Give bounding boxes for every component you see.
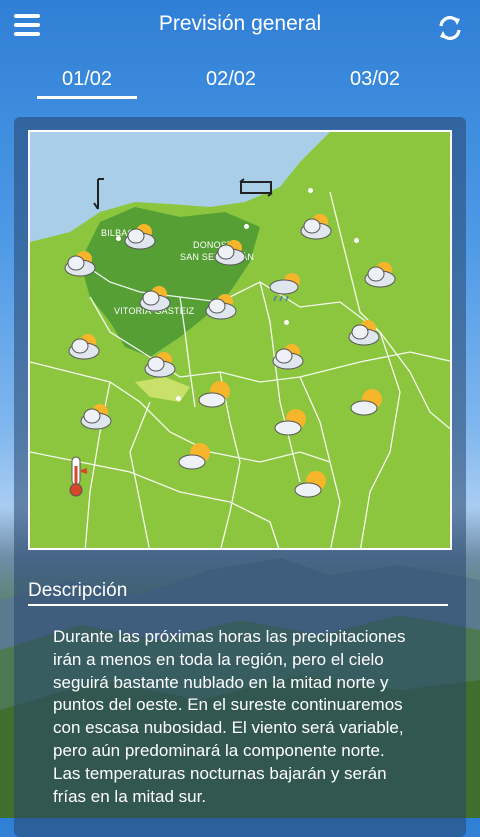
cloudy-icon: [364, 262, 396, 288]
cloudy-icon: [80, 404, 112, 430]
partly-cloudy-icon: [178, 443, 210, 470]
refresh-icon[interactable]: [436, 14, 464, 42]
page-title: Previsión general: [158, 12, 322, 35]
date-tabs: 01/02 02/02 03/02: [0, 62, 480, 99]
description-text: Durante las próximas horas las precipita…: [53, 627, 406, 806]
cloudy-icon: [348, 320, 380, 346]
partly-cloudy-icon: [350, 389, 382, 416]
location-dot: [354, 238, 359, 243]
cloudy-icon: [300, 214, 332, 240]
cloudy-icon: [272, 344, 304, 370]
partly-cloudy-icon: [198, 381, 230, 408]
description-divider: [28, 604, 448, 606]
cloudy-icon: [139, 286, 171, 312]
cloudy-icon: [214, 240, 246, 266]
location-dot: [284, 320, 289, 325]
forecast-map: BILBAO DONOSTIA SAN SEBASTIÁN VITORIA-GA…: [28, 130, 452, 550]
partly-cloudy-icon: [294, 471, 326, 498]
cloudy-icon: [124, 224, 156, 250]
location-dot: [176, 396, 181, 401]
wind-north-icon: [93, 178, 104, 210]
rain-cloud-icon: [269, 273, 300, 302]
cloudy-icon: [144, 352, 176, 378]
tab-day-1[interactable]: 01/02: [37, 68, 137, 99]
thermometer-icon: [69, 456, 87, 497]
tab-day-3[interactable]: 03/02: [325, 68, 425, 91]
app-header: Previsión general: [0, 0, 480, 56]
cloudy-icon: [205, 294, 237, 320]
cloudy-icon: [64, 251, 96, 277]
location-dot: [244, 224, 249, 229]
cloudy-icon: [68, 334, 100, 360]
description-heading: Descripción: [28, 580, 128, 601]
tab-day-2[interactable]: 02/02: [181, 68, 281, 91]
wind-variable-icon: [239, 178, 273, 197]
partly-cloudy-icon: [274, 409, 306, 436]
location-dot: [308, 188, 313, 193]
